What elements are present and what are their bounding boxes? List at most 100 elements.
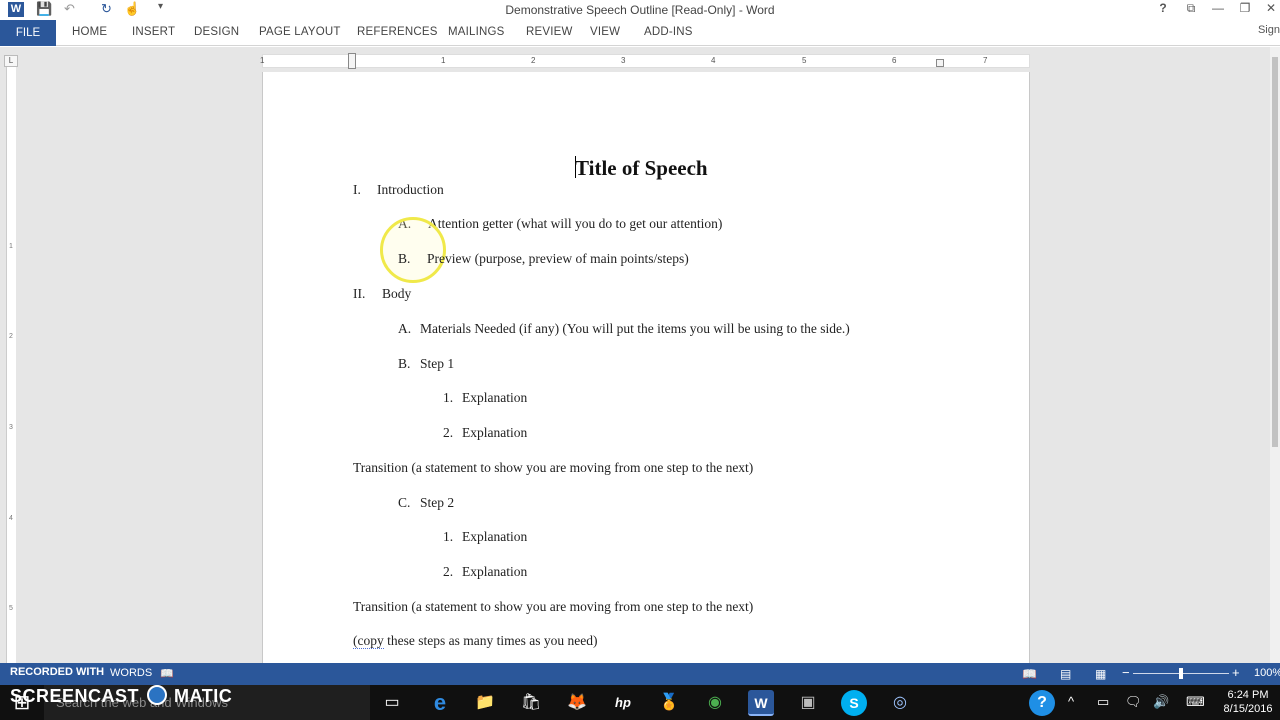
volume-icon[interactable]: 🔊	[1153, 694, 1169, 710]
zoom-level[interactable]: 100%	[1254, 667, 1280, 679]
spellcheck-underlined-word[interactable]: (copy	[353, 633, 384, 649]
transition-text[interactable]: Transition (a statement to show you are …	[353, 460, 753, 476]
task-view-icon[interactable]: ▭	[379, 690, 405, 716]
badge-app-icon[interactable]: 🏅	[656, 690, 682, 716]
tab-home[interactable]: HOME	[72, 26, 107, 38]
word-taskbar-icon[interactable]: W	[748, 690, 774, 716]
outline-marker: B.	[398, 251, 411, 266]
chrome-icon[interactable]: ◉	[702, 690, 728, 716]
tab-mailings[interactable]: MAILINGS	[448, 26, 505, 38]
outline-marker: 1.	[443, 390, 454, 405]
web-layout-icon[interactable]: ▦	[1095, 667, 1106, 681]
clock-date: 8/15/2016	[1223, 703, 1273, 715]
skype-icon[interactable]: S	[841, 690, 867, 716]
tray-overflow-icon[interactable]: ^	[1068, 694, 1074, 709]
vertical-ruler: 1 2 3 4 5	[6, 67, 16, 663]
outline-marker: II.	[353, 286, 366, 301]
hp-icon[interactable]: hp	[610, 690, 636, 716]
title-bar: W 💾 ↶ ↻ ☝ ▾ Demonstrative Speech Outline…	[0, 0, 1280, 20]
horizontal-ruler[interactable]: 1 1 2 3 4 5 6 7	[260, 53, 1030, 69]
help-button[interactable]: ?	[1150, 1, 1176, 19]
document-page[interactable]: Title of Speech I. Introduction A. Atten…	[262, 72, 1030, 663]
ruler-number: 1	[260, 56, 265, 65]
closing-instruction-text: these steps as many times as you need)	[383, 633, 598, 648]
tab-design[interactable]: DESIGN	[194, 26, 239, 38]
action-center-icon[interactable]: 🗨	[1125, 694, 1142, 710]
outline-text[interactable]: Explanation	[462, 529, 527, 545]
outline-marker: I.	[353, 182, 361, 197]
clock-time: 6:24 PM	[1227, 689, 1269, 701]
document-workspace: L 1 1 2 3 4 5 6 7 1 2 3 4 5 Title of Spe…	[0, 47, 1270, 663]
document-title[interactable]: Title of Speech	[575, 156, 708, 181]
zoom-slider-thumb[interactable]	[1179, 668, 1183, 679]
close-button[interactable]: ✕	[1258, 1, 1280, 19]
outline-text[interactable]: Body	[382, 286, 411, 302]
watermark-right: MATIC	[174, 686, 233, 706]
ribbon-tabs: FILE HOME INSERT DESIGN PAGE LAYOUT REFE…	[0, 20, 1280, 46]
outline-marker: B.	[398, 356, 411, 371]
minimize-button[interactable]: —	[1205, 1, 1231, 19]
vruler-number: 4	[9, 515, 13, 522]
ribbon-display-options-button[interactable]: ⧉	[1178, 1, 1204, 19]
outline-text[interactable]: Explanation	[462, 390, 527, 406]
system-clock[interactable]: 6:24 PM 8/15/2016	[1218, 688, 1278, 716]
store-icon[interactable]: 🛍	[518, 690, 544, 716]
maximize-button[interactable]: ❐	[1232, 1, 1258, 19]
outline-text[interactable]: Explanation	[462, 425, 527, 441]
outline-text[interactable]: Attention getter (what will you do to ge…	[428, 216, 722, 232]
ruler-number: 6	[892, 56, 897, 65]
vruler-number: 1	[9, 243, 13, 250]
vruler-number: 5	[9, 605, 13, 612]
tab-view[interactable]: VIEW	[590, 26, 620, 38]
tab-references[interactable]: REFERENCES	[357, 26, 438, 38]
file-explorer-icon[interactable]: 📁	[472, 690, 498, 716]
vruler-number: 2	[9, 333, 13, 340]
sign-in-link[interactable]: Sign	[1258, 24, 1280, 36]
outline-text[interactable]: Introduction	[377, 182, 444, 198]
outline-text[interactable]: Step 1	[420, 356, 454, 372]
zoom-out-button[interactable]: −	[1122, 665, 1130, 680]
vertical-scrollbar[interactable]	[1270, 47, 1280, 663]
outline-text[interactable]: Step 2	[420, 495, 454, 511]
word-count[interactable]: WORDS	[110, 667, 152, 679]
read-mode-icon[interactable]: 📖	[1022, 667, 1037, 681]
help-tips-icon[interactable]: ?	[1029, 690, 1055, 716]
tab-file[interactable]: FILE	[0, 20, 56, 46]
ruler-number: 5	[802, 56, 807, 65]
tab-selector[interactable]: L	[4, 55, 18, 67]
zoom-in-button[interactable]: +	[1232, 665, 1240, 680]
right-indent-marker[interactable]	[936, 59, 944, 67]
battery-icon[interactable]: ▭	[1097, 694, 1109, 710]
transition-text[interactable]: Transition (a statement to show you are …	[353, 599, 753, 615]
print-layout-icon[interactable]: ▤	[1060, 667, 1071, 681]
ruler-number: 7	[983, 56, 988, 65]
outline-marker: 1.	[443, 529, 454, 544]
scrollbar-thumb[interactable]	[1272, 57, 1278, 447]
recorded-with-label: RECORDED WITH	[10, 666, 105, 678]
screencast-watermark: SCREENCAST MATIC	[10, 685, 232, 707]
indent-marker[interactable]	[348, 53, 356, 69]
edge-icon[interactable]: e	[427, 690, 453, 716]
outline-text[interactable]: Explanation	[462, 564, 527, 580]
tab-review[interactable]: REVIEW	[526, 26, 573, 38]
vruler-number: 3	[9, 424, 13, 431]
watermark-logo-icon	[146, 685, 167, 705]
firefox-icon[interactable]: 🦊	[564, 690, 590, 716]
closing-instruction[interactable]: (copy these steps as many times as you n…	[353, 633, 597, 649]
screen-recorder-icon[interactable]: ◎	[887, 690, 913, 716]
proofing-icon[interactable]: 📖	[160, 667, 174, 680]
outline-text[interactable]: Materials Needed (if any) (You will put …	[420, 321, 850, 337]
outline-marker: 2.	[443, 564, 454, 579]
tab-add-ins[interactable]: ADD-INS	[644, 26, 693, 38]
app-taskbar-icon[interactable]: ▣	[795, 690, 821, 716]
outline-marker: A.	[398, 321, 412, 336]
ruler-number: 2	[531, 56, 536, 65]
window-title: Demonstrative Speech Outline [Read-Only]…	[505, 3, 775, 17]
keyboard-icon[interactable]: ⌨	[1186, 694, 1205, 710]
outline-text[interactable]: Preview (purpose, preview of main points…	[427, 251, 689, 267]
watermark-left: SCREENCAST	[10, 686, 140, 706]
status-bar: WORDS 📖 📖 ▤ ▦ − + 100%	[0, 663, 1280, 685]
tab-insert[interactable]: INSERT	[132, 26, 175, 38]
ruler-number: 3	[621, 56, 626, 65]
tab-page-layout[interactable]: PAGE LAYOUT	[259, 26, 341, 38]
